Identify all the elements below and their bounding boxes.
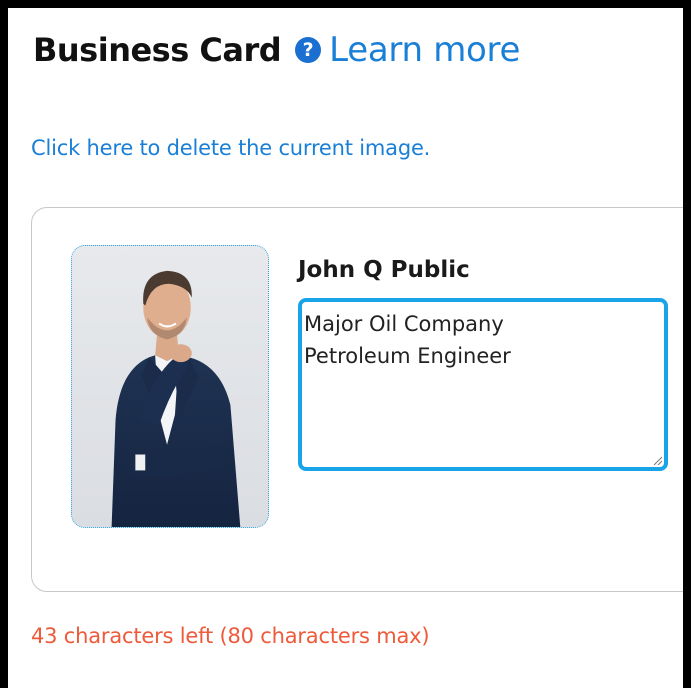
description-field-wrapper: Major Oil Company Petroleum Engineer xyxy=(298,298,668,471)
business-card-panel: Business Card ? Learn more Click here to… xyxy=(0,0,691,688)
learn-more-link[interactable]: Learn more xyxy=(329,30,520,70)
card-name: John Q Public xyxy=(298,257,470,283)
section-title: Business Card xyxy=(33,31,282,69)
section-header: Business Card ? Learn more xyxy=(33,28,520,72)
delete-image-link[interactable]: Click here to delete the current image. xyxy=(31,136,430,160)
character-counter: 43 characters left (80 characters max) xyxy=(31,624,430,648)
profile-photo[interactable] xyxy=(71,245,269,528)
person-photo-image xyxy=(72,246,268,527)
question-circle-icon[interactable]: ? xyxy=(295,37,322,63)
description-textarea[interactable]: Major Oil Company Petroleum Engineer xyxy=(298,298,668,471)
business-card-preview: John Q Public Major Oil Company Petroleu… xyxy=(31,207,683,592)
